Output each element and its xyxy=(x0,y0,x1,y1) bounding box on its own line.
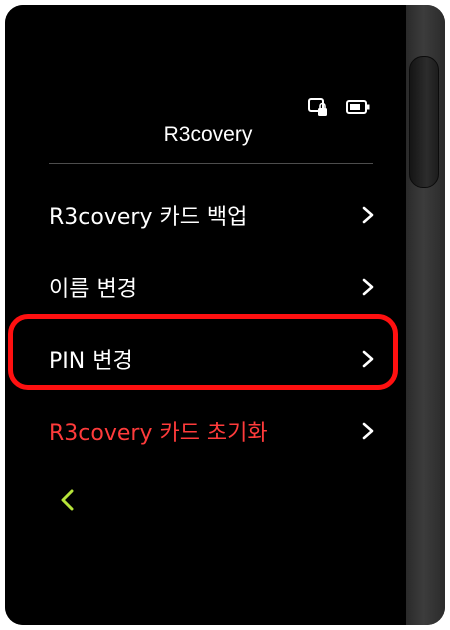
page-title: R3covery xyxy=(163,123,253,146)
chevron-right-icon xyxy=(362,206,374,224)
menu-item-backup[interactable]: R3covery 카드 백업 xyxy=(49,185,379,245)
card-lock-icon xyxy=(308,98,327,116)
menu-item-reset-card[interactable]: R3covery 카드 초기화 xyxy=(49,401,379,461)
battery-icon xyxy=(346,100,370,114)
menu-item-label: 이름 변경 xyxy=(49,277,137,302)
divider xyxy=(49,163,373,164)
chevron-right-icon xyxy=(362,278,374,296)
status-bar xyxy=(308,97,370,117)
menu-item-rename[interactable]: 이름 변경 xyxy=(49,257,379,317)
chevron-left-icon[interactable] xyxy=(57,487,79,513)
menu-item-label: R3covery 카드 초기화 xyxy=(49,421,268,446)
menu-item-label: R3covery 카드 백업 xyxy=(49,205,248,230)
chevron-right-icon xyxy=(362,422,374,440)
side-button[interactable] xyxy=(409,56,439,188)
highlight-frame xyxy=(8,314,398,390)
